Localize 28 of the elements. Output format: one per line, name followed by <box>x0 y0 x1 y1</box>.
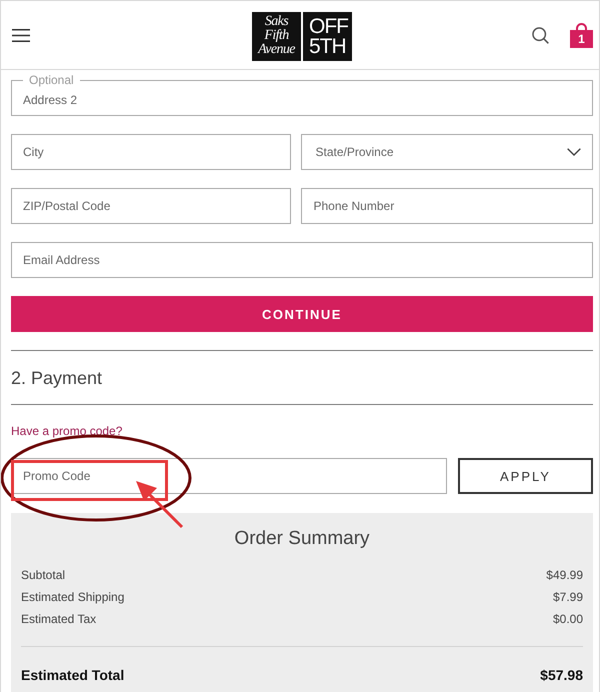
summary-amount: $7.99 <box>552 589 583 606</box>
menu-icon[interactable] <box>12 28 30 42</box>
input-field[interactable]: Phone Number <box>301 188 593 224</box>
summary-label: Estimated Shipping <box>21 589 124 606</box>
summary-label: Estimated Tax <box>21 611 96 628</box>
cart-button[interactable]: 1 <box>570 22 593 48</box>
continue-button[interactable]: CONTINUE <box>11 296 593 332</box>
search-icon[interactable] <box>532 26 549 44</box>
summary-label: Subtotal <box>21 567 66 584</box>
promo-code-field[interactable]: Promo Code <box>11 458 447 494</box>
input-field[interactable]: City <box>11 134 292 170</box>
logo-wordmark-tile[interactable]: OFF 5TH <box>303 12 352 60</box>
shopping-bag-icon <box>570 22 593 48</box>
apply-button[interactable]: APPLY <box>458 458 593 494</box>
input-field[interactable]: Email Address <box>11 242 593 278</box>
chevron-down-icon <box>567 148 581 156</box>
dropdown-select[interactable]: State/Province <box>301 134 593 170</box>
summary-amount: $0.00 <box>552 611 583 628</box>
section-heading: 2. Payment <box>11 367 102 390</box>
logo-script-tile[interactable]: Saks Fifth Avenue <box>252 12 301 60</box>
floating-label: Optional <box>23 73 80 87</box>
total-label: Estimated Total <box>21 666 124 685</box>
promo-code-link[interactable]: Have a promo code? <box>11 424 122 438</box>
total-amount: $57.98 <box>540 666 583 685</box>
pointer-arrow <box>136 481 184 528</box>
summary-amount: $49.99 <box>546 567 583 584</box>
summary-title: Order Summary <box>234 527 370 551</box>
input-field[interactable]: ZIP/Postal Code <box>11 188 292 224</box>
